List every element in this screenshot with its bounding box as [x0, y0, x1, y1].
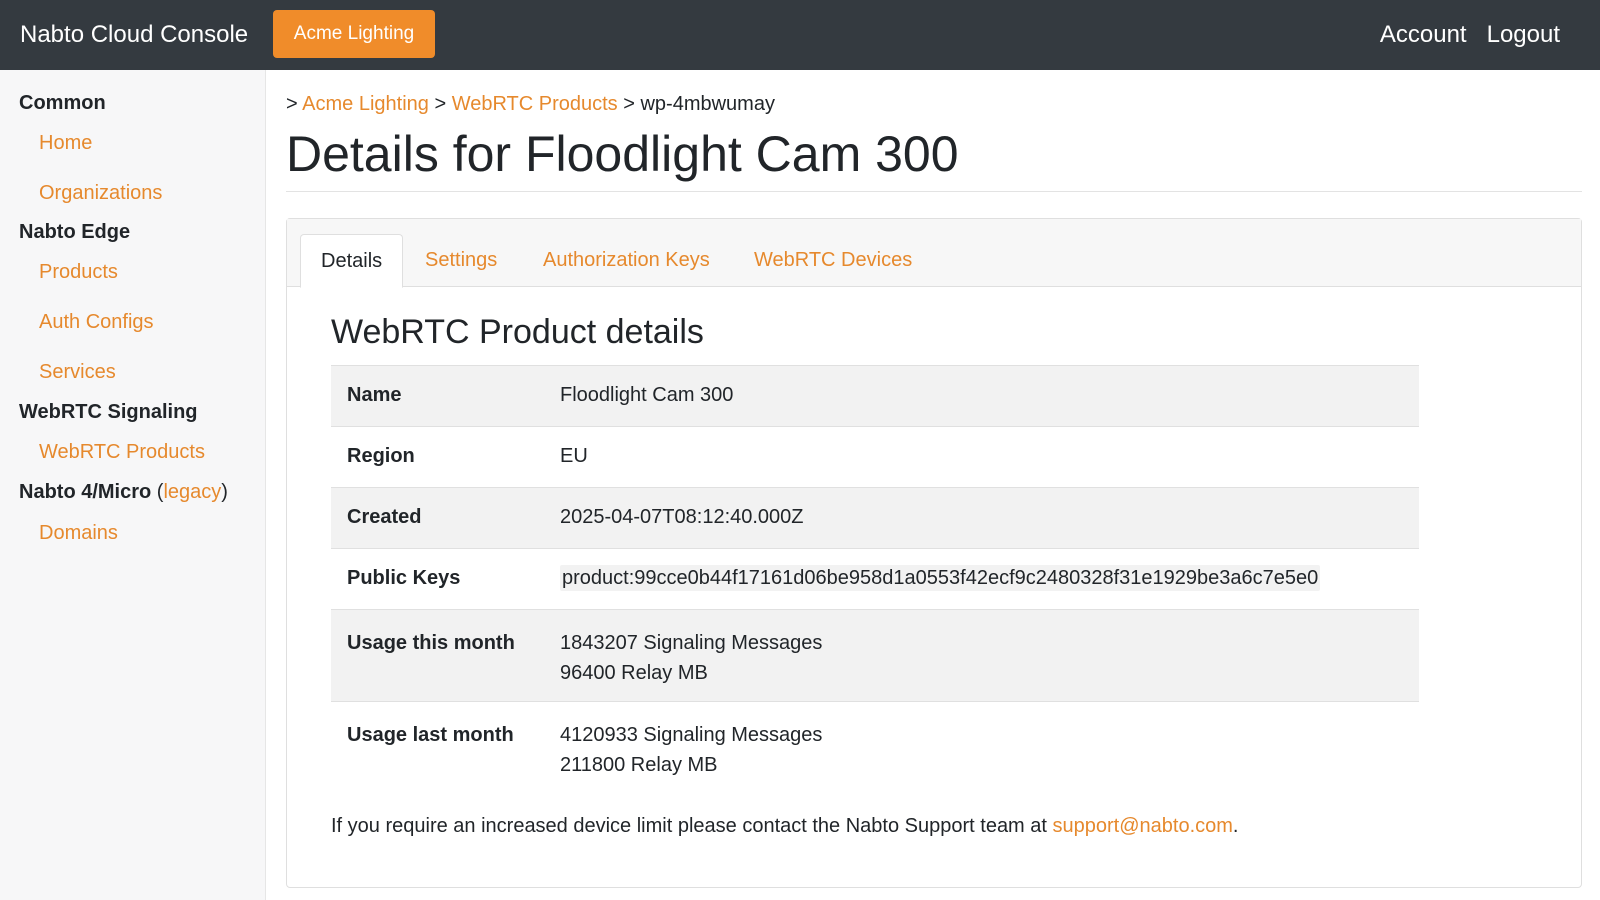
table-row-created: Created 2025-04-07T08:12:40.000Z: [331, 487, 1419, 549]
row-value: EU: [544, 426, 1419, 488]
brand-link[interactable]: Nabto Cloud Console: [20, 0, 248, 70]
top-nav-right: Account Logout: [1380, 0, 1560, 70]
sidebar-item-organizations[interactable]: Organizations: [39, 182, 162, 205]
tab-webrtc-devices[interactable]: WebRTC Devices: [754, 234, 912, 287]
support-note-period: .: [1232, 815, 1239, 837]
sidebar-heading-legacy: Nabto 4/Micro (legacy): [19, 481, 228, 504]
tab-bar: Details Settings Authorization Keys WebR…: [287, 219, 1581, 288]
legacy-close-paren: ): [221, 481, 228, 503]
legacy-heading-label: Nabto 4/Micro: [19, 481, 152, 503]
breadcrumb-current: wp-4mbwumay: [640, 93, 775, 115]
sidebar-item-auth-configs[interactable]: Auth Configs: [39, 311, 154, 334]
page-title: Details for Floodlight Cam 300: [286, 126, 959, 182]
sidebar-item-services[interactable]: Services: [39, 361, 116, 384]
title-divider: [286, 191, 1582, 192]
details-table: Name Floodlight Cam 300 Region EU Create…: [331, 365, 1419, 794]
table-row-name: Name Floodlight Cam 300: [331, 365, 1419, 427]
sidebar-item-webrtc-products[interactable]: WebRTC Products: [39, 441, 205, 464]
breadcrumb-separator: >: [428, 93, 452, 115]
table-row-region: Region EU: [331, 426, 1419, 488]
usage-signaling: 1843207 Signaling Messages: [560, 632, 823, 654]
public-key-code: product:99cce0b44f17161d06be958d1a0553f4…: [560, 565, 1321, 591]
table-row-usage-last-month: Usage last month 4120933 Signaling Messa…: [331, 701, 1419, 794]
organization-button[interactable]: Acme Lighting: [273, 10, 435, 58]
sidebar: Common Home Organizations Nabto Edge Pro…: [0, 70, 266, 900]
support-note-text: If you require an increased device limit…: [331, 815, 1053, 837]
row-label: Usage this month: [331, 609, 544, 702]
breadcrumb: > Acme Lighting > WebRTC Products > wp-4…: [286, 93, 775, 116]
row-value: 2025-04-07T08:12:40.000Z: [544, 487, 1419, 549]
breadcrumb-section-link[interactable]: WebRTC Products: [452, 93, 618, 115]
sidebar-item-products[interactable]: Products: [39, 261, 118, 284]
support-note: If you require an increased device limit…: [331, 815, 1238, 838]
row-label: Public Keys: [331, 548, 544, 610]
details-card: Details Settings Authorization Keys WebR…: [286, 218, 1582, 888]
row-value: product:99cce0b44f17161d06be958d1a0553f4…: [544, 548, 1419, 610]
sidebar-item-domains[interactable]: Domains: [39, 522, 118, 545]
usage-relay: 211800 Relay MB: [560, 754, 718, 776]
usage-relay: 96400 Relay MB: [560, 662, 708, 684]
support-email-link[interactable]: support@nabto.com: [1053, 815, 1233, 837]
row-value: 4120933 Signaling Messages 211800 Relay …: [544, 701, 1419, 794]
tab-authorization-keys[interactable]: Authorization Keys: [543, 234, 710, 287]
sidebar-heading-nabto-edge: Nabto Edge: [19, 221, 131, 243]
row-label: Created: [331, 487, 544, 549]
breadcrumb-separator-2: >: [617, 93, 641, 115]
table-row-usage-this-month: Usage this month 1843207 Signaling Messa…: [331, 609, 1419, 702]
row-label: Region: [331, 426, 544, 488]
row-label: Usage last month: [331, 701, 544, 794]
legacy-open-paren: (: [151, 481, 164, 503]
account-link[interactable]: Account: [1380, 21, 1467, 49]
row-value: 1843207 Signaling Messages 96400 Relay M…: [544, 609, 1419, 702]
section-title: WebRTC Product details: [331, 313, 704, 351]
tab-details[interactable]: Details: [300, 234, 404, 288]
breadcrumb-prefix: >: [286, 93, 303, 115]
usage-signaling: 4120933 Signaling Messages: [560, 724, 823, 746]
table-row-public-keys: Public Keys product:99cce0b44f17161d06be…: [331, 548, 1419, 610]
row-label: Name: [331, 365, 544, 427]
top-navbar: Nabto Cloud Console Acme Lighting Accoun…: [0, 0, 1600, 70]
tab-settings[interactable]: Settings: [425, 234, 497, 287]
logout-link[interactable]: Logout: [1487, 21, 1560, 49]
sidebar-item-home[interactable]: Home: [39, 132, 92, 155]
legacy-link[interactable]: legacy: [163, 481, 221, 503]
breadcrumb-org-link[interactable]: Acme Lighting: [302, 93, 429, 115]
row-value: Floodlight Cam 300: [544, 365, 1419, 427]
sidebar-heading-common: Common: [19, 92, 106, 114]
sidebar-heading-webrtc: WebRTC Signaling: [19, 401, 198, 423]
